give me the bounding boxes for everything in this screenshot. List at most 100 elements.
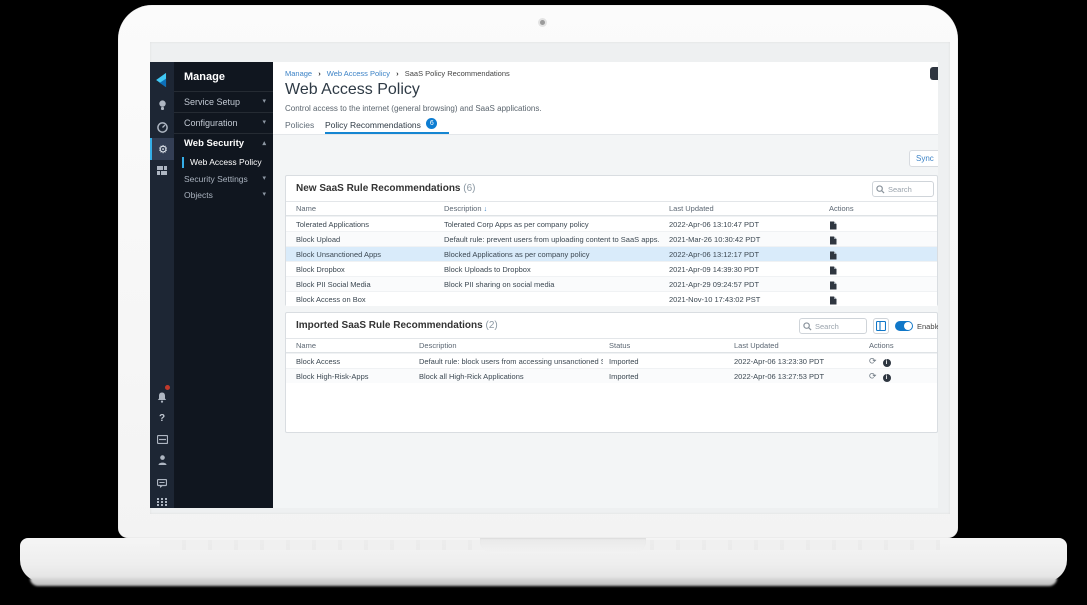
import-rule-icon[interactable] xyxy=(829,221,837,230)
sidebar-item-service-setup[interactable]: Service Setup ▾ xyxy=(174,92,273,112)
status-badge: Imported xyxy=(609,369,728,384)
page-title: Web Access Policy xyxy=(285,81,420,99)
sync-button[interactable]: Sync xyxy=(909,150,938,167)
resync-icon[interactable]: ⟳ xyxy=(869,371,877,381)
breadcrumb-separator: › xyxy=(318,69,321,78)
layout-grid-icon[interactable] xyxy=(150,161,174,181)
column-header-last-updated[interactable]: Last Updated xyxy=(734,339,862,353)
breadcrumb-manage[interactable]: Manage xyxy=(285,69,312,78)
column-header-name[interactable]: Name xyxy=(296,202,438,216)
search-box xyxy=(799,318,867,334)
import-rule-icon[interactable] xyxy=(829,296,837,305)
active-indicator xyxy=(182,157,184,168)
search-input[interactable] xyxy=(815,319,864,333)
sidebar: Manage Service Setup ▾ Configuration ▾ W… xyxy=(174,62,273,508)
table-header-row: Name Description Status Last Updated Act… xyxy=(286,339,937,353)
tab-count-badge: 6 xyxy=(426,118,437,129)
status-badge: Imported xyxy=(609,354,728,369)
column-picker-button[interactable] xyxy=(873,318,889,334)
table-row[interactable]: Block Dropbox Block Uploads to Dropbox 2… xyxy=(286,261,937,276)
sort-descending-icon: ↓ xyxy=(484,206,488,213)
webcam-dot-icon xyxy=(540,20,545,25)
laptop-mockup: ⚙ ? Manage xyxy=(0,0,1087,605)
dashboard-gauge-icon[interactable] xyxy=(150,117,174,137)
breadcrumb-web-access-policy[interactable]: Web Access Policy xyxy=(327,69,390,78)
search-input[interactable] xyxy=(888,182,931,196)
column-header-actions: Actions xyxy=(869,339,929,353)
new-saas-recommendations-card: New SaaS Rule Recommendations (6) Name D… xyxy=(285,175,938,306)
bell-notification-icon[interactable] xyxy=(150,387,174,407)
column-header-actions: Actions xyxy=(829,202,929,216)
table-row[interactable]: Block PII Social Media Block PII sharing… xyxy=(286,276,937,291)
gear-icon[interactable]: ⚙ xyxy=(150,138,174,160)
table-row[interactable]: Block Access on Box 2021-Nov-10 17:43:02… xyxy=(286,291,937,306)
notification-badge xyxy=(164,384,171,391)
table-row[interactable]: Tolerated Applications Tolerated Corp Ap… xyxy=(286,216,937,231)
row-count: (2) xyxy=(486,320,498,331)
breadcrumb-current: SaaS Policy Recommendations xyxy=(405,69,510,78)
laptop-shadow xyxy=(30,578,1057,586)
chevron-down-icon: ▾ xyxy=(262,113,266,133)
sidebar-item-web-security[interactable]: Web Security ▴ xyxy=(174,134,273,154)
import-rule-icon[interactable] xyxy=(829,251,837,260)
content-area: Sync New SaaS Rule Recommendations (6) xyxy=(273,135,938,508)
table-row[interactable]: Block High-Risk-Apps Block all High-Rick… xyxy=(286,368,937,383)
table-row[interactable]: Block Upload Default rule: prevent users… xyxy=(286,231,937,246)
laptop-base xyxy=(20,538,1067,582)
header-action-icon-partial[interactable] xyxy=(930,67,938,80)
imported-saas-recommendations-card: Imported SaaS Rule Recommendations (2) E… xyxy=(285,312,938,433)
search-box xyxy=(872,181,934,197)
toggle-label: Enable Auto xyxy=(917,322,938,331)
chevron-up-icon: ▴ xyxy=(262,134,266,154)
sidebar-item-objects[interactable]: Objects ▾ xyxy=(174,187,273,203)
table-row[interactable]: Block Access Default rule: block users f… xyxy=(286,353,937,368)
enable-auto-toggle[interactable] xyxy=(895,321,913,331)
column-header-description[interactable]: Description xyxy=(419,339,603,353)
icon-rail: ⚙ ? xyxy=(150,62,174,508)
info-icon[interactable]: i xyxy=(883,359,891,367)
card-title: Imported SaaS Rule Recommendations (2) xyxy=(296,320,498,331)
trackpad-notch xyxy=(480,538,646,553)
toggle-knob xyxy=(904,322,912,330)
app-window: ⚙ ? Manage xyxy=(150,62,938,508)
sidebar-item-security-settings[interactable]: Security Settings ▾ xyxy=(174,171,273,187)
sidebar-item-configuration[interactable]: Configuration ▾ xyxy=(174,113,273,133)
column-header-description[interactable]: Description ↓ xyxy=(444,202,662,217)
column-header-last-updated[interactable]: Last Updated xyxy=(669,202,821,216)
sidebar-title: Manage xyxy=(174,62,273,91)
import-rule-icon[interactable] xyxy=(829,266,837,275)
info-icon[interactable]: i xyxy=(883,374,891,382)
chevron-down-icon: ▾ xyxy=(262,187,266,203)
lightbulb-icon[interactable] xyxy=(150,95,174,115)
card-header: New SaaS Rule Recommendations (6) xyxy=(286,176,937,202)
table-header-row: Name Description ↓ Last Updated Actions xyxy=(286,202,937,216)
app-launcher-icon[interactable] xyxy=(150,492,174,508)
help-question-icon[interactable]: ? xyxy=(150,408,174,428)
main-content: Manage › Web Access Policy › SaaS Policy… xyxy=(273,62,938,508)
table-row-selected[interactable]: Block Unsanctioned Apps Blocked Applicat… xyxy=(286,246,937,261)
card-header: Imported SaaS Rule Recommendations (2) E… xyxy=(286,313,937,339)
page-header: Manage › Web Access Policy › SaaS Policy… xyxy=(273,62,938,135)
feedback-chat-icon[interactable] xyxy=(150,473,174,493)
import-rule-icon[interactable] xyxy=(829,236,837,245)
page-subtitle: Control access to the internet (general … xyxy=(285,104,542,113)
brand-logo-icon[interactable] xyxy=(150,68,174,92)
tab-policy-recommendations[interactable]: Policy Recommendations 6 xyxy=(325,118,449,134)
user-icon[interactable] xyxy=(150,450,174,470)
resync-icon[interactable]: ⟳ xyxy=(869,356,877,366)
sidebar-item-web-access-policy[interactable]: Web Access Policy xyxy=(174,154,273,171)
column-header-status[interactable]: Status xyxy=(609,339,728,353)
columns-icon xyxy=(876,321,886,331)
tab-bar: Policies Policy Recommendations 6 xyxy=(273,118,938,135)
row-count: (6) xyxy=(463,183,475,194)
column-header-name[interactable]: Name xyxy=(296,339,414,353)
search-icon xyxy=(876,185,885,194)
chevron-down-icon: ▾ xyxy=(262,171,266,187)
card-title: New SaaS Rule Recommendations (6) xyxy=(296,183,476,194)
breadcrumb: Manage › Web Access Policy › SaaS Policy… xyxy=(285,69,510,78)
tab-policies[interactable]: Policies xyxy=(285,118,314,134)
import-rule-icon[interactable] xyxy=(829,281,837,290)
console-icon[interactable] xyxy=(150,429,174,449)
chevron-down-icon: ▾ xyxy=(262,92,266,112)
search-icon xyxy=(803,322,812,331)
